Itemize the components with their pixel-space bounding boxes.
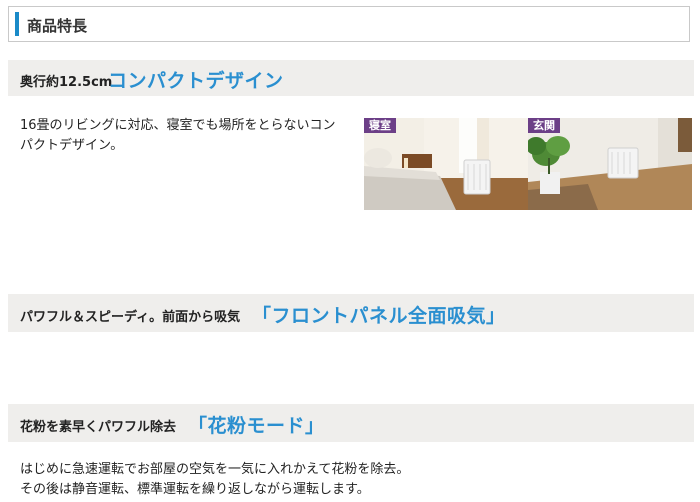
description-line: 16畳のリビングに対応、寝室でも場所をとらないコン [20, 118, 336, 133]
bedroom-photo: 寝室 [364, 118, 528, 210]
page-title: 商品特長 [27, 17, 88, 35]
feature-lead-text: 奥行約12.5cm [20, 75, 113, 90]
feature-lead-text: パワフル＆スピーディ。前面から吸気 [20, 310, 241, 325]
photo-label-bedroom: 寝室 [364, 118, 396, 133]
description-line: パクトデザイン。 [20, 138, 124, 153]
feature-description-compact: 16畳のリビングに対応、寝室でも場所をとらないコン パクトデザイン。 [20, 116, 336, 156]
feature-heading-front-intake: パワフル＆スピーディ。前面から吸気 「フロントパネル全面吸気」 [8, 294, 694, 332]
description-line: はじめに急速運転でお部屋の空気を一気に入れかえて花粉を除去。 [20, 462, 410, 477]
feature-accent-text: 「花粉モード」 [188, 415, 325, 437]
feature-heading-compact: 奥行約12.5cm コンパクトデザイン [8, 60, 694, 96]
description-line: その後は静音運転、標準運転を繰り返しながら運転します。 [20, 482, 370, 497]
section-header: 商品特長 [8, 6, 690, 42]
feature-accent-text: 「フロントパネル全面吸気」 [252, 305, 506, 327]
feature-accent-text: コンパクトデザイン [108, 70, 284, 92]
entrance-photo: 玄関 [528, 118, 692, 210]
feature-lead-text: 花粉を素早くパワフル除去 [20, 420, 177, 435]
feature-heading-pollen-mode: 花粉を素早くパワフル除去 「花粉モード」 [8, 404, 694, 442]
header-accent-bar [15, 12, 19, 36]
feature-description-pollen: はじめに急速運転でお部屋の空気を一気に入れかえて花粉を除去。 その後は静音運転、… [20, 460, 409, 500]
photo-label-entrance: 玄関 [528, 118, 560, 133]
